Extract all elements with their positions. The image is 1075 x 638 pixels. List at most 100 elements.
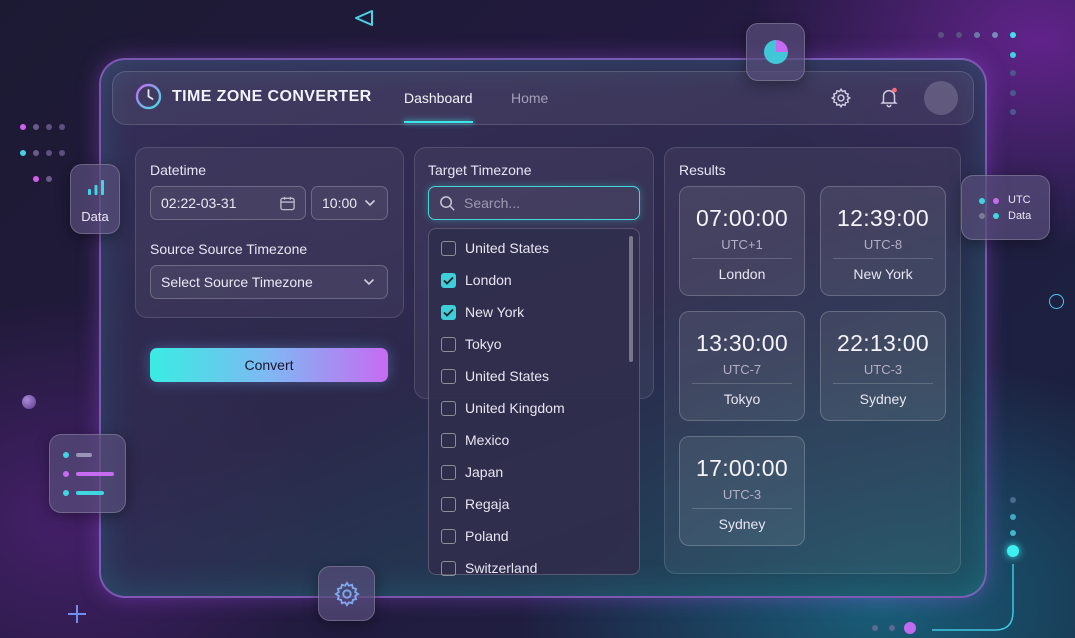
checkbox[interactable] — [441, 272, 456, 288]
result-time: 22:13:00 — [837, 330, 929, 356]
timezone-option[interactable]: United States — [441, 366, 549, 386]
settings-button[interactable] — [829, 86, 853, 110]
list-icon — [63, 452, 114, 496]
checkbox[interactable] — [441, 496, 456, 512]
bell-icon — [880, 87, 898, 108]
app-title: TIME ZONE CONVERTER — [172, 87, 372, 105]
date-value: 02:22-03-31 — [161, 195, 237, 211]
calendar-icon — [280, 196, 295, 210]
timezone-option-label: Mexico — [465, 432, 510, 448]
timezone-option[interactable]: Japan — [441, 462, 503, 482]
result-time: 13:30:00 — [696, 330, 788, 356]
checkbox[interactable] — [441, 528, 456, 544]
result-city: Sydney — [859, 391, 907, 407]
pie-chart-chip — [746, 23, 805, 81]
timezone-option-label: Poland — [465, 528, 509, 544]
timezone-option[interactable]: United States — [441, 238, 549, 258]
checkmark-icon — [443, 308, 454, 317]
timezone-option[interactable]: Switzerland — [441, 558, 537, 578]
divider — [692, 258, 792, 259]
timezone-option[interactable]: United Kingdom — [441, 398, 565, 418]
result-card: 17:00:00 UTC-3 Sydney — [679, 436, 805, 546]
timezone-search[interactable] — [428, 186, 640, 220]
checkbox[interactable] — [441, 304, 456, 320]
timezone-option-label: United States — [465, 368, 550, 384]
result-utc-offset: UTC-3 — [863, 362, 903, 377]
source-timezone-placeholder: Select Source Timezone — [161, 274, 313, 290]
timezone-option[interactable]: Regaja — [441, 494, 509, 514]
result-city: Tokyo — [723, 391, 761, 407]
search-input[interactable] — [464, 195, 624, 211]
decoration-dot — [22, 395, 36, 409]
nav-dashboard[interactable]: Dashboard — [404, 90, 473, 106]
list-scrollbar[interactable] — [629, 236, 633, 362]
results-label: Results — [679, 162, 726, 178]
target-timezone-label: Target Timezone — [428, 162, 532, 178]
bar-chart-icon — [88, 180, 104, 195]
timezone-option-label: Tokyo — [465, 336, 502, 352]
timezone-option[interactable]: Mexico — [441, 430, 509, 450]
decoration-ring — [1049, 294, 1064, 309]
result-card: 12:39:00 UTC-8 New York — [820, 186, 946, 296]
legend-item-data: Data — [1008, 210, 1032, 222]
checkbox[interactable] — [441, 240, 456, 256]
date-input[interactable]: 02:22-03-31 — [150, 186, 306, 220]
checkbox[interactable] — [441, 400, 456, 416]
nav-home[interactable]: Home — [511, 90, 548, 106]
time-select[interactable]: 10:00 — [311, 186, 388, 220]
source-timezone-label: Source Source Timezone — [150, 241, 308, 257]
result-time: 17:00:00 — [696, 455, 788, 481]
checkmark-icon — [443, 276, 454, 285]
gear-icon — [333, 580, 360, 607]
divider — [692, 508, 792, 509]
result-city: London — [718, 266, 766, 282]
timezone-option[interactable]: New York — [441, 302, 524, 322]
result-city: New York — [853, 266, 913, 282]
brand: TIME ZONE CONVERTER — [135, 83, 372, 110]
timezone-option[interactable]: London — [441, 270, 512, 290]
timezone-option-label: Switzerland — [465, 560, 538, 576]
divider — [833, 383, 933, 384]
timezone-option[interactable]: Poland — [441, 526, 509, 546]
result-utc-offset: UTC-7 — [722, 362, 762, 377]
active-tab-indicator — [404, 121, 473, 123]
timezone-option-label: New York — [465, 304, 525, 320]
chevron-down-icon — [363, 278, 375, 286]
checkbox[interactable] — [441, 560, 456, 576]
datetime-label: Datetime — [150, 162, 207, 178]
avatar[interactable] — [924, 81, 958, 115]
plus-decoration-icon — [68, 605, 86, 623]
clock-logo-icon — [135, 83, 162, 110]
legend-chip: UTC Data — [961, 175, 1050, 240]
result-utc-offset: UTC-3 — [722, 487, 762, 502]
data-chip-label: Data — [81, 209, 109, 224]
triangle-decoration-icon — [355, 10, 373, 26]
result-time: 12:39:00 — [837, 205, 929, 231]
pie-chart-icon — [763, 40, 788, 64]
timezone-option[interactable]: Tokyo — [441, 334, 502, 354]
result-card: 07:00:00 UTC+1 London — [679, 186, 805, 296]
divider — [833, 258, 933, 259]
legend-item-utc: UTC — [1008, 194, 1031, 206]
list-chip — [49, 434, 126, 513]
convert-button[interactable]: Convert — [150, 348, 388, 382]
checkbox[interactable] — [441, 368, 456, 384]
source-timezone-select[interactable]: Select Source Timezone — [150, 265, 388, 299]
search-icon — [440, 195, 455, 211]
checkbox[interactable] — [441, 432, 456, 448]
notifications-button[interactable] — [877, 85, 901, 109]
time-value: 10:00 — [322, 195, 358, 211]
dot-grid-left — [20, 124, 70, 188]
result-city: Sydney — [718, 516, 766, 532]
settings-chip[interactable] — [318, 566, 375, 621]
checkbox[interactable] — [441, 336, 456, 352]
result-utc-offset: UTC-8 — [863, 237, 903, 252]
timezone-option-label: United Kingdom — [465, 400, 565, 416]
result-utc-offset: UTC+1 — [721, 237, 763, 252]
timezone-option-label: Japan — [465, 464, 504, 480]
result-card: 13:30:00 UTC-7 Tokyo — [679, 311, 805, 421]
checkbox[interactable] — [441, 464, 456, 480]
timezone-option-label: Regaja — [465, 496, 510, 512]
divider — [692, 383, 792, 384]
gear-icon — [830, 87, 852, 109]
